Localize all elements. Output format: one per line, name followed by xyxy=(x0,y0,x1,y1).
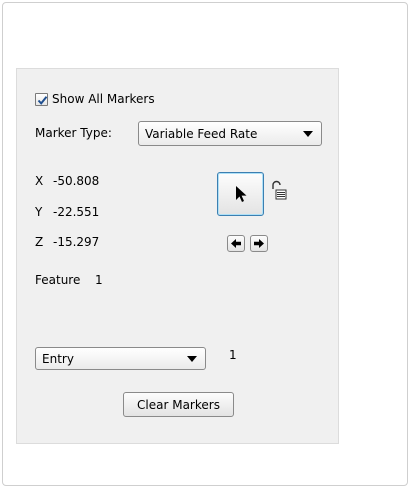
marker-type-dropdown[interactable]: Variable Feed Rate xyxy=(138,121,322,146)
markers-panel: Show All Markers Marker Type: Variable F… xyxy=(16,68,339,444)
point-type-dropdown[interactable]: Entry xyxy=(35,347,206,370)
clear-markers-label: Clear Markers xyxy=(137,397,220,412)
show-all-markers-label: Show All Markers xyxy=(52,92,155,106)
coord-z-row: Z -15.297 xyxy=(35,234,99,250)
chevron-down-icon xyxy=(187,355,197,362)
show-all-markers-row[interactable]: Show All Markers xyxy=(35,91,155,107)
pointer-arrow-icon xyxy=(235,186,246,202)
pointer-select-button[interactable] xyxy=(217,172,264,216)
coord-x-row: X -50.808 xyxy=(35,173,99,189)
next-marker-button[interactable] xyxy=(250,235,268,252)
marker-type-value: Variable Feed Rate xyxy=(145,126,258,141)
point-index-value: 1 xyxy=(229,348,237,362)
coord-x-value: -50.808 xyxy=(53,174,100,188)
previous-marker-button[interactable] xyxy=(227,235,245,252)
feature-value: 1 xyxy=(95,273,103,287)
arrow-left-icon xyxy=(231,239,241,248)
clear-markers-button[interactable]: Clear Markers xyxy=(123,392,234,417)
show-all-markers-checkbox[interactable] xyxy=(35,92,48,106)
feature-label: Feature xyxy=(35,273,81,287)
unlocked-padlock-icon[interactable] xyxy=(269,180,289,202)
coord-z-label: Z xyxy=(35,235,44,249)
coord-z-value: -15.297 xyxy=(53,235,100,249)
marker-type-label: Marker Type: xyxy=(35,126,112,140)
window-frame: Show All Markers Marker Type: Variable F… xyxy=(2,2,408,486)
arrow-right-icon xyxy=(254,239,264,248)
point-type-value: Entry xyxy=(42,351,74,366)
coord-y-row: Y -22.551 xyxy=(35,204,99,220)
coord-x-label: X xyxy=(35,174,44,188)
coord-y-value: -22.551 xyxy=(53,205,100,219)
chevron-down-icon xyxy=(303,130,313,137)
feature-row: Feature 1 xyxy=(35,272,103,288)
coord-y-label: Y xyxy=(35,205,43,219)
checkmark-icon xyxy=(37,95,48,105)
